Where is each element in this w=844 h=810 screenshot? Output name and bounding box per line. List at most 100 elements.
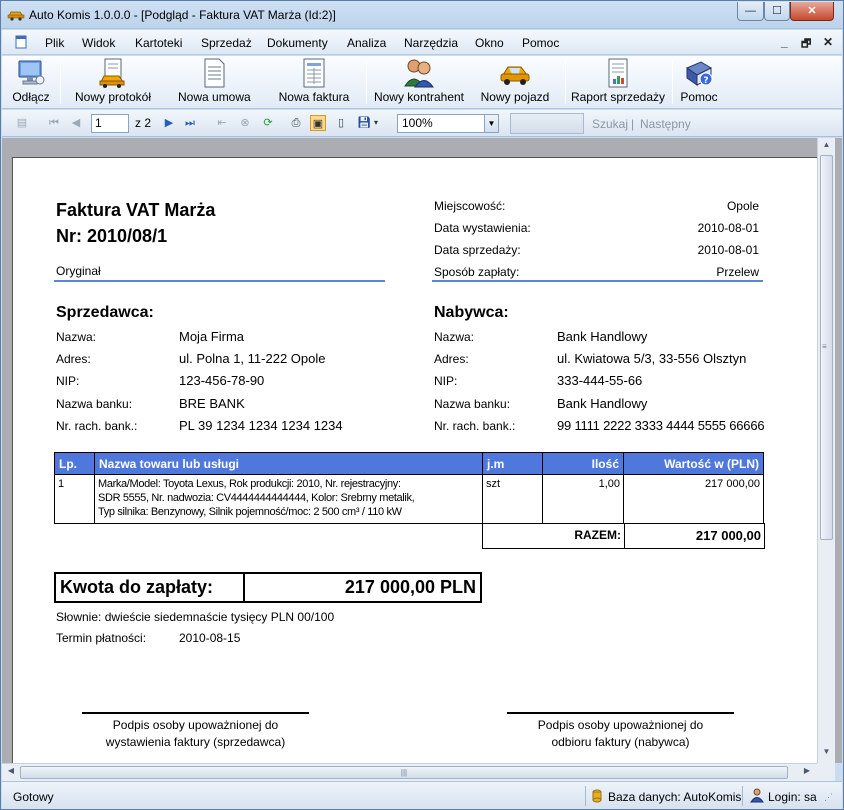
- mdi-minimize-button[interactable]: _: [781, 35, 788, 49]
- toolbar-separator: [60, 60, 61, 104]
- document-map-icon[interactable]: ▤: [14, 115, 30, 131]
- stop-icon[interactable]: ⊗: [237, 115, 253, 131]
- new-invoice-button[interactable]: Nowa faktura: [278, 58, 350, 106]
- computer-icon: [18, 60, 45, 85]
- export-icon[interactable]: 💾︎: [356, 115, 372, 131]
- total-label: RAZEM:: [482, 523, 625, 549]
- document-icon[interactable]: [15, 35, 28, 49]
- seller-value: PL 39 1234 1234 1234 1234: [179, 418, 343, 433]
- find-next-link[interactable]: Następny: [640, 117, 691, 131]
- menu-kartoteki[interactable]: Kartoteki: [135, 36, 182, 50]
- copy-type: Oryginał: [56, 264, 101, 278]
- status-database: Baza danych: AutoKomis: [608, 790, 742, 804]
- invoice-number: Nr: 2010/08/1: [56, 226, 168, 246]
- buyer-heading: Nabywca:: [434, 304, 509, 321]
- sales-report-label: Raport sprzedaży: [570, 90, 666, 104]
- new-contractor-button[interactable]: Nowy kontrahent: [370, 58, 468, 106]
- window-title: Auto Komis 1.0.0.0 - [Podgląd - Faktura …: [29, 8, 336, 22]
- meta-value: 2010-08-01: [697, 243, 759, 257]
- refresh-icon[interactable]: ⟳: [260, 115, 276, 131]
- buyer-label: NIP:: [434, 374, 458, 388]
- divider: [54, 280, 385, 282]
- resize-grip-icon[interactable]: ⋰: [824, 792, 833, 803]
- seller-label: Adres:: [56, 352, 91, 366]
- buyer-label: Nr. rach. bank.:: [434, 419, 516, 433]
- zoom-select[interactable]: 100% ▼: [397, 114, 499, 133]
- new-protocol-label: Nowy protokół: [74, 90, 152, 104]
- menu-sprzedaz[interactable]: Sprzedaż: [201, 36, 252, 50]
- new-protocol-button[interactable]: Nowy protokół: [72, 58, 154, 106]
- signature-text: Podpis osoby upoważnionej do: [537, 718, 704, 732]
- horizontal-scroll-thumb[interactable]: |||: [20, 766, 788, 779]
- previous-page-icon[interactable]: ◀: [68, 115, 84, 131]
- scroll-down-icon[interactable]: ▼: [820, 747, 833, 761]
- new-contract-label: Nowa umowa: [178, 90, 251, 104]
- seller-label: Nr. rach. bank.:: [56, 419, 138, 433]
- scroll-right-icon[interactable]: ▶: [800, 766, 814, 779]
- vertical-scrollbar[interactable]: ▲ ≡ ▼: [817, 138, 835, 763]
- menu-plik[interactable]: Plik: [45, 36, 64, 50]
- scroll-left-icon[interactable]: ◀: [4, 766, 18, 779]
- column-header: Lp.: [54, 452, 95, 475]
- chevron-down-icon[interactable]: ▼: [484, 115, 498, 132]
- items-table: Lp. Nazwa towaru lub usługi j.m Ilość Wa…: [54, 452, 764, 524]
- zoom-value: 100%: [402, 116, 433, 130]
- vertical-scroll-thumb[interactable]: ≡: [820, 155, 833, 540]
- meta-label: Sposób zapłaty:: [434, 265, 520, 279]
- signature-text: wystawienia faktury (sprzedawca): [105, 735, 286, 749]
- menu-narzedzia[interactable]: Narzędzia: [404, 36, 458, 50]
- new-vehicle-button[interactable]: Nowy pojazd: [476, 58, 554, 106]
- new-contract-button[interactable]: Nowa umowa: [178, 58, 251, 106]
- search-separator: |: [631, 117, 635, 131]
- grip-icon: ≡: [822, 342, 827, 351]
- print-icon[interactable]: ⎙: [288, 115, 304, 131]
- page-setup-icon[interactable]: ▯: [333, 115, 349, 131]
- total-row: RAZEM: 217 000,00: [482, 523, 765, 549]
- seller-value: ul. Polna 1, 11-222 Opole: [179, 351, 326, 366]
- print-layout-icon[interactable]: ▣: [310, 115, 326, 131]
- menu-pomoc[interactable]: Pomoc: [522, 36, 559, 50]
- last-page-icon[interactable]: ⏭: [182, 115, 198, 131]
- mdi-restore-button[interactable]: 🗗: [801, 35, 811, 54]
- maximize-button[interactable]: ☐: [764, 2, 790, 21]
- disconnect-button[interactable]: Odłącz: [8, 58, 54, 106]
- next-page-icon[interactable]: ▶: [161, 115, 177, 131]
- protocol-car-icon: [99, 58, 125, 88]
- seller-value: BRE BANK: [179, 396, 245, 411]
- due-date-label: Termin płatności:: [56, 631, 147, 645]
- toolbar-separator: [366, 60, 367, 104]
- seller-value: 123-456-78-90: [179, 373, 265, 388]
- new-contractor-label: Nowy kontrahent: [373, 90, 465, 104]
- contract-document-icon: [204, 58, 225, 88]
- close-button[interactable]: ✕: [790, 2, 834, 21]
- meta-value: 2010-08-01: [697, 221, 759, 235]
- first-page-icon[interactable]: ⏮: [46, 115, 62, 131]
- scroll-corner: [817, 763, 835, 781]
- menu-okno[interactable]: Okno: [475, 36, 504, 50]
- signature-line: [82, 712, 309, 714]
- menu-widok[interactable]: Widok: [82, 36, 115, 50]
- horizontal-scrollbar[interactable]: ◀ ||| ▶: [2, 763, 817, 781]
- page-number-input[interactable]: 1: [91, 114, 129, 133]
- sales-report-button[interactable]: Raport sprzedaży: [570, 58, 666, 106]
- minimize-button[interactable]: —: [737, 2, 764, 21]
- signature-line: [507, 712, 734, 714]
- table-header-row: Lp. Nazwa towaru lub usługi j.m Ilość Wa…: [54, 452, 764, 475]
- cell-unit: szt: [482, 474, 543, 524]
- buyer-value: Bank Handlowy: [557, 396, 648, 411]
- status-login: Login: sa: [768, 790, 817, 804]
- search-link[interactable]: Szukaj: [592, 117, 628, 131]
- mdi-close-button[interactable]: ✕: [823, 35, 833, 49]
- amount-in-words: Słownie: dwieście siedemnaście tysięcy P…: [56, 610, 335, 624]
- column-header: Nazwa towaru lub usługi: [94, 452, 483, 475]
- scroll-up-icon[interactable]: ▲: [820, 140, 833, 154]
- help-button[interactable]: ? Pomoc: [676, 58, 722, 106]
- back-icon[interactable]: ⇤: [214, 115, 230, 131]
- search-input[interactable]: [510, 113, 584, 134]
- invoice-document-icon: [303, 58, 325, 88]
- disconnect-label: Odłącz: [12, 90, 50, 104]
- menu-analiza[interactable]: Analiza: [347, 36, 386, 50]
- menu-dokumenty[interactable]: Dokumenty: [267, 36, 328, 50]
- export-dropdown-icon[interactable]: ▾: [371, 115, 381, 131]
- description-line: SDR 5555, Nr. nadwozia: CV4444444444444,…: [98, 492, 415, 504]
